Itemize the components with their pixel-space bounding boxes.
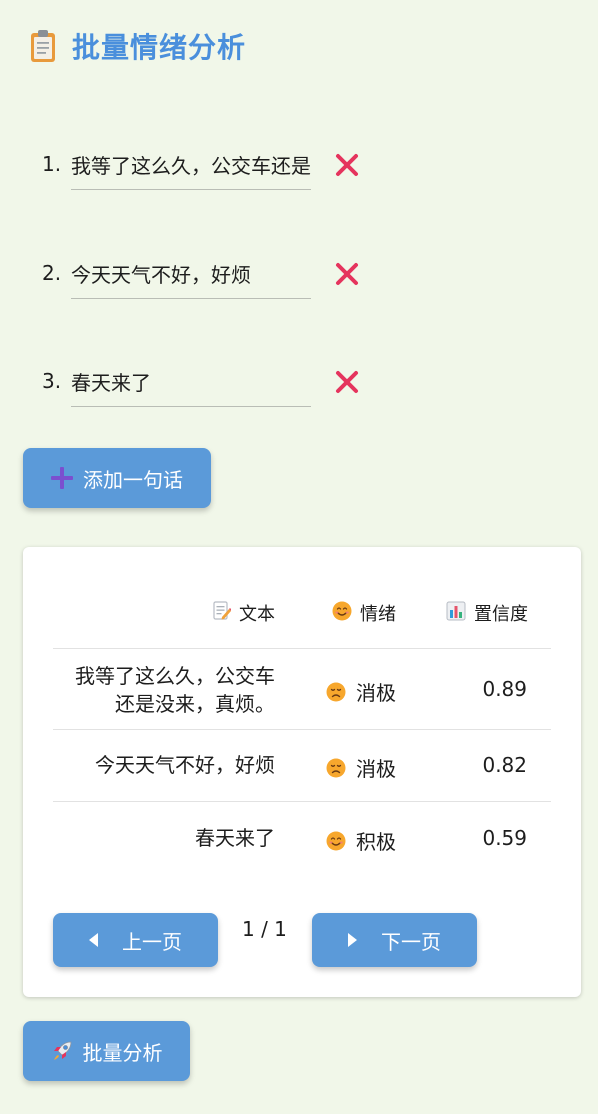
item-number: 1. [42,152,62,176]
results-card: 文本 情绪 置信度 我等了这么久，公交车还是没来，真烦。 消极 0.89 今天天… [23,547,581,997]
column-header-text-label: 文本 [239,604,275,625]
table-row: 我等了这么久，公交车还是没来，真烦。 消极 0.89 [53,649,551,730]
rocket-icon [51,1040,73,1062]
memo-icon [213,600,232,626]
table-header: 文本 情绪 置信度 [53,577,551,649]
results-table: 文本 情绪 置信度 我等了这么久，公交车还是没来，真烦。 消极 0.89 今天天… [53,577,551,873]
row-sentiment-label: 积极 [356,830,396,854]
header: 批量情绪分析 [29,26,246,66]
smiling-face-icon [332,601,352,626]
sentence-input[interactable]: 今天天气不好，好烦 [71,249,311,299]
add-sentence-label: 添加一句话 [83,467,183,492]
sentence-input-value: 我等了这么久，公交车还是没来，真烦。 [71,154,311,178]
page-title: 批量情绪分析 [72,31,247,64]
column-header-confidence-label: 置信度 [474,604,528,625]
row-sentiment-label: 消极 [356,757,396,781]
row-text: 今天天气不好，好烦 [95,753,275,777]
bar-chart-icon [446,601,466,626]
delete-sentence-button[interactable] [334,261,360,287]
sentence-input[interactable]: 我等了这么久，公交车还是没来，真烦。 [71,140,311,190]
list-item: 2. 今天天气不好，好烦 [42,237,372,299]
row-sentiment: 消极 [326,753,396,782]
table-row: 春天来了 积极 0.59 [53,802,551,873]
row-confidence: 0.82 [482,753,527,777]
plus-icon [51,467,73,489]
sentence-input[interactable]: 春天来了 [71,357,311,407]
row-sentiment-label: 消极 [356,681,396,705]
table-row: 今天天气不好，好烦 消极 0.82 [53,730,551,802]
item-number: 2. [42,261,62,285]
prev-page-label: 上一页 [122,929,182,954]
triangle-left-icon [89,933,98,947]
column-header-confidence: 置信度 [446,601,528,625]
item-number: 3. [42,369,62,393]
sentence-input-value: 春天来了 [71,371,151,395]
list-item: 1. 我等了这么久，公交车还是没来，真烦。 [42,128,372,190]
column-header-sentiment-label: 情绪 [360,604,396,625]
row-text: 我等了这么久，公交车还是没来，真烦。 [75,664,275,716]
prev-page-button[interactable]: 上一页 [53,913,218,967]
batch-analyze-button[interactable]: 批量分析 [23,1021,190,1081]
page: 批量情绪分析 1. 我等了这么久，公交车还是没来，真烦。 2. 今天天气不好，好… [0,0,598,1114]
column-header-text: 文本 [213,600,275,626]
row-text: 春天来了 [195,826,275,850]
delete-sentence-button[interactable] [334,369,360,395]
add-sentence-button[interactable]: 添加一句话 [23,448,211,508]
row-sentiment: 积极 [326,826,396,855]
close-x-icon [336,263,358,285]
delete-sentence-button[interactable] [334,152,360,178]
row-sentiment: 消极 [326,677,396,706]
next-page-label: 下一页 [381,929,441,954]
sentence-input-value: 今天天气不好，好烦 [71,263,251,287]
column-header-sentiment: 情绪 [332,601,396,625]
close-x-icon [336,154,358,176]
close-x-icon [336,371,358,393]
disappointed-face-icon [326,682,346,701]
triangle-right-icon [348,933,357,947]
list-item: 3. 春天来了 [42,345,372,407]
page-indicator: 1 / 1 [242,917,287,941]
next-page-button[interactable]: 下一页 [312,913,477,967]
batch-analyze-label: 批量分析 [82,1040,163,1065]
row-confidence: 0.59 [482,826,527,850]
disappointed-face-icon [326,758,346,777]
clipboard-icon [29,29,57,63]
row-confidence: 0.89 [482,677,527,701]
smiling-face-icon [326,831,346,850]
